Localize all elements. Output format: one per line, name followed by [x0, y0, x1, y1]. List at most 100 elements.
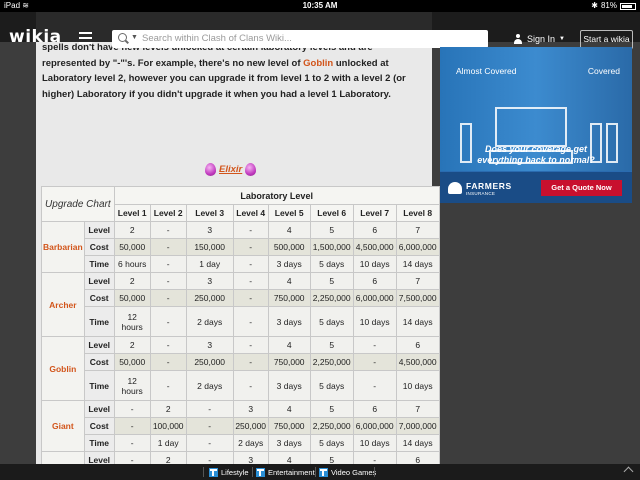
table-cell: 4,500,000 — [352, 238, 397, 256]
table-cell: 750,000 — [267, 289, 311, 307]
sign-in-button[interactable]: Sign In ▼ — [513, 34, 565, 44]
clock: 10:35 AM — [302, 1, 338, 10]
table-cell: - — [232, 370, 269, 401]
unit-name: Barbarian — [41, 221, 85, 273]
table-cell: 7 — [395, 400, 440, 418]
stat-label: Time — [83, 306, 115, 337]
table-cell: 3 days — [267, 434, 311, 452]
table-cell: - — [232, 336, 269, 354]
table-row: Time -1 day -2 days 3 days 5 days 10 days 14 d… — [42, 434, 440, 452]
upgrade-chart-table: Upgrade Chart Laboratory Level Level 1 Leve… — [41, 186, 440, 469]
table-row: Archer Level 2-3-4 5 6 7 — [41, 272, 440, 337]
stat-label: Time — [83, 434, 115, 452]
spells-text-3: 's. For example, there's no new level of — [124, 57, 304, 69]
table-cell: - — [232, 306, 269, 337]
chevron-down-icon[interactable]: ▼ — [131, 34, 138, 41]
lab-level-column-header: Level 6 — [309, 204, 354, 222]
wikia-logo[interactable]: wikia — [9, 27, 62, 47]
table-cell: 5 days — [309, 370, 354, 401]
table-cell: 2 — [113, 272, 151, 290]
search-input[interactable]: ▼ Search within Clash of Clans Wiki... — [112, 30, 488, 48]
table-cell: 7,000,000 — [395, 417, 440, 435]
table-cell: 3 — [185, 221, 234, 239]
table-cell: 1 day — [149, 434, 187, 452]
table-row: Cost -100,000-250,000 750,000 2,250,000 6,00… — [42, 417, 440, 435]
stat-label: Level — [83, 336, 115, 354]
table-cell: 3 — [185, 336, 234, 354]
table-cell: - — [149, 306, 187, 337]
table-cell: - — [352, 353, 397, 371]
table-cell: - — [149, 221, 187, 239]
table-cell: 2 — [149, 400, 187, 418]
top-navigation-bar: wikia ▼ Search within Clash of Clans Wik… — [0, 12, 640, 49]
table-cell: 5 — [309, 336, 354, 354]
table-cell: 4 — [267, 221, 311, 239]
table-cell: 4,500,000 — [395, 353, 440, 371]
menu-icon[interactable] — [79, 32, 92, 44]
table-cell: 250,000 — [185, 289, 234, 307]
table-cell: - — [352, 336, 397, 354]
sign-in-label: Sign In — [527, 34, 556, 44]
table-cell: 2,250,000 — [309, 353, 354, 371]
table-cell: 5 — [309, 221, 354, 239]
screen: spells don't have new levels unlocked at… — [0, 0, 640, 480]
table-cell: 10 days — [395, 370, 440, 401]
table-cell: 7 — [395, 272, 440, 290]
table-cell: 6 — [395, 336, 440, 354]
chevron-up-icon[interactable] — [623, 466, 634, 477]
table-cell: 250,000 — [185, 353, 234, 371]
goblin-link[interactable]: Goblin — [303, 58, 333, 69]
table-cell: - — [232, 272, 269, 290]
table-cell: 6 — [352, 272, 397, 290]
lab-level-column-header: Level 4 — [232, 204, 269, 222]
table-cell: - — [232, 238, 269, 256]
battery-percent: 81% — [600, 1, 617, 10]
table-row: Time 12 hours -2 days -3 days 5 days 10 days 1… — [42, 306, 440, 337]
category-video-games[interactable]: Video Games — [319, 466, 376, 478]
table-cell: - — [185, 400, 234, 418]
category-lifestyle[interactable]: Lifestyle — [209, 466, 249, 478]
lab-level-column-header: Level 3 — [185, 204, 234, 222]
table-cell: - — [232, 289, 269, 307]
table-cell: 10 days — [352, 306, 397, 337]
table-cell: 5 — [309, 400, 354, 418]
laboratory-level-header: Laboratory Level — [113, 186, 440, 205]
table-cell: 2 days — [185, 306, 234, 337]
get-quote-button[interactable]: Get a Quote Now — [541, 180, 622, 196]
wikia-t-icon — [319, 467, 328, 477]
table-cell: 1 day — [185, 255, 234, 273]
insurance-advertisement[interactable]: Almost Covered Covered Does your coverag… — [440, 47, 632, 203]
article-paragraph: spells don't have new levels unlocked at… — [42, 40, 426, 102]
table-cell: - — [149, 238, 187, 256]
lab-level-column-header: Level 5 — [267, 204, 311, 222]
lab-level-column-header: Level 1 — [113, 204, 151, 222]
table-cell: - — [149, 353, 187, 371]
stat-label: Level — [83, 221, 115, 239]
table-cell: 5 days — [309, 434, 354, 452]
table-cell: - — [149, 370, 187, 401]
table-cell: - — [113, 434, 151, 452]
table-cell: 10 days — [352, 434, 397, 452]
table-cell: - — [232, 353, 269, 371]
table-cell: - — [113, 400, 151, 418]
elixir-link[interactable]: Elixir — [219, 164, 242, 175]
table-cell: 2 — [113, 221, 151, 239]
table-cell: 750,000 — [267, 353, 311, 371]
table-cell: 2 — [113, 336, 151, 354]
table-cell: - — [149, 336, 187, 354]
bluetooth-icon: ✱ — [591, 1, 598, 10]
table-cell: 12 hours — [113, 370, 151, 401]
table-cell: 5 — [309, 272, 354, 290]
table-cell: 2 days — [232, 434, 269, 452]
unit-name: Archer — [41, 272, 85, 337]
farmers-shield-icon — [448, 182, 462, 194]
ad-brand: FARMERS INSURANCE — [466, 181, 512, 196]
table-row: Cost 50,000-250,000-750,000 2,250,000-4,50… — [42, 353, 440, 371]
ad-caption-right: Covered — [587, 66, 620, 76]
unit-name: Goblin — [41, 336, 85, 401]
table-row: Goblin Level 2-3-4 5-6 — [41, 336, 440, 401]
category-entertainment[interactable]: Entertainment — [256, 466, 315, 478]
table-cell: 14 days — [395, 434, 440, 452]
chevron-down-icon: ▼ — [559, 36, 565, 42]
table-cell: 5 days — [309, 255, 354, 273]
